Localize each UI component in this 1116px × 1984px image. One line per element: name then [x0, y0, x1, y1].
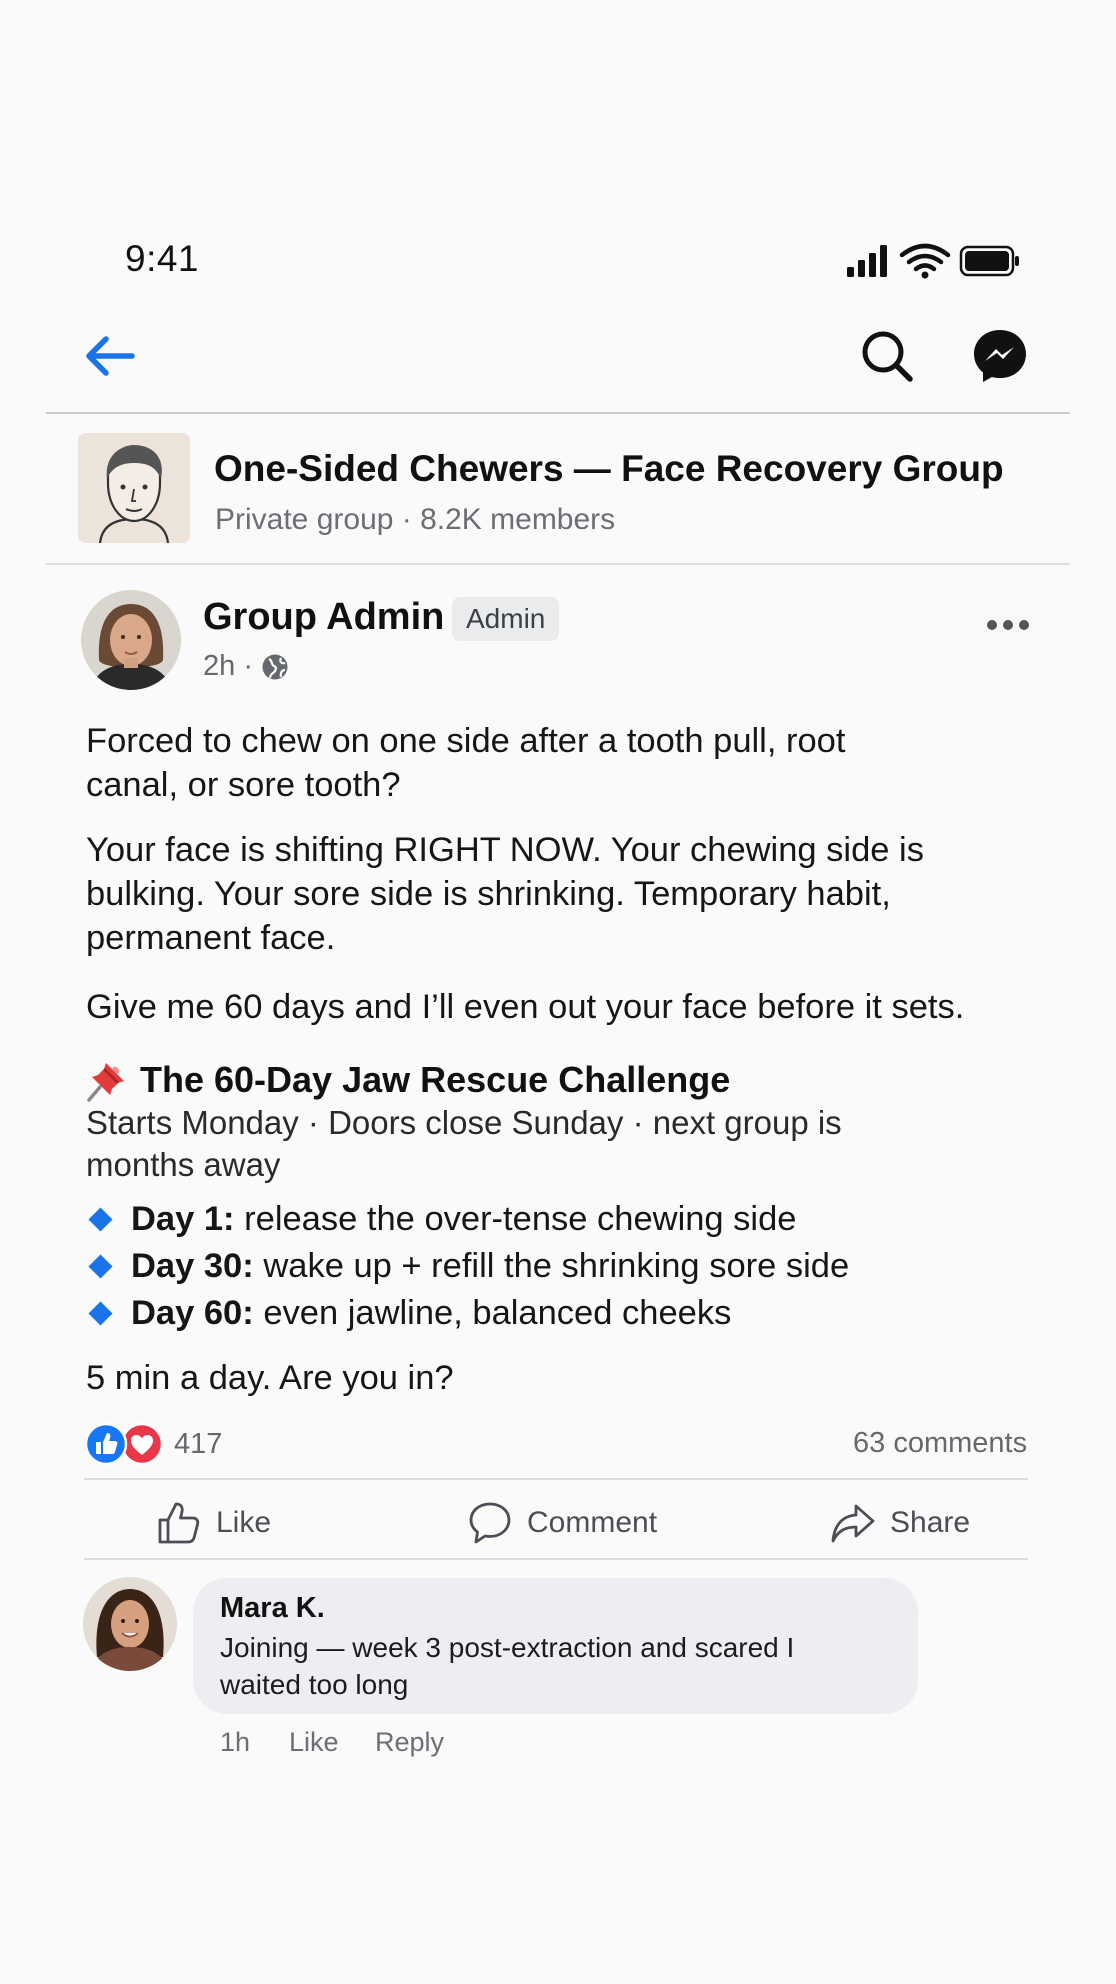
- challenge-title-text: The 60-Day Jaw Rescue Challenge: [140, 1059, 731, 1100]
- post-paragraph-3: Give me 60 days and I’ll even out your f…: [86, 988, 965, 1026]
- author-name[interactable]: Group Admin: [203, 596, 444, 639]
- messenger-icon[interactable]: [970, 326, 1030, 386]
- comment-like-button[interactable]: Like: [289, 1727, 339, 1758]
- wifi-icon: [899, 243, 951, 272]
- like-button[interactable]: Like: [156, 1498, 271, 1548]
- comment-time: 1h: [220, 1727, 251, 1757]
- back-arrow-icon[interactable]: [80, 330, 140, 382]
- day-label: Day 30:: [131, 1247, 254, 1285]
- day-label: Day 60:: [131, 1294, 254, 1332]
- actions-divider: [84, 1558, 1028, 1560]
- thumbs-up-icon: [158, 1502, 200, 1544]
- share-button[interactable]: Share: [830, 1498, 970, 1548]
- challenge-subtitle: Starts Monday · Doors close Sunday · nex…: [86, 1104, 842, 1183]
- battery-icon: [959, 245, 1019, 277]
- comment-reply-button[interactable]: Reply: [375, 1727, 444, 1758]
- post-time: 2h ·: [203, 650, 289, 683]
- day-bullet: Day 1: release the over-tense chewing si…: [88, 1200, 797, 1239]
- post-paragraph-1: Forced to chew on one side after a tooth…: [86, 722, 846, 804]
- commenter-avatar[interactable]: [83, 1577, 177, 1671]
- day-text: release the over-tense chewing side: [244, 1200, 797, 1238]
- comment-label: Comment: [527, 1506, 658, 1539]
- reactions-summary[interactable]: 417: [84, 1422, 222, 1466]
- screen: 9:41 One-Sided Chewers — Face Recovery G…: [0, 0, 1116, 1984]
- group-meta: Private group · 8.2K members: [215, 503, 616, 536]
- day-bullet: Day 60: even jawline, balanced cheeks: [88, 1294, 732, 1333]
- diamond-bullet-icon: [88, 1207, 113, 1232]
- reactions-divider: [84, 1478, 1028, 1480]
- comment-button[interactable]: Comment: [467, 1498, 657, 1548]
- day-text: wake up + refill the shrinking sore side: [263, 1247, 850, 1285]
- group-divider: [46, 563, 1070, 565]
- diamond-bullet-icon: [88, 1301, 113, 1326]
- reactions-count: 417: [174, 1427, 223, 1460]
- group-name[interactable]: One-Sided Chewers — Face Recovery Group: [214, 448, 1004, 490]
- comment-text: Joining — week 3 post-extraction and sca…: [220, 1632, 795, 1700]
- challenge-title: The 60-Day Jaw Rescue Challenge: [86, 1057, 730, 1103]
- like-reaction-icon: [84, 1422, 128, 1466]
- group-thumbnail[interactable]: [78, 433, 190, 543]
- day-text: even jawline, balanced cheeks: [263, 1294, 732, 1332]
- post-time-text: 2h ·: [203, 650, 253, 682]
- share-arrow-icon: [831, 1504, 875, 1543]
- post-paragraph-2: Your face is shifting RIGHT NOW. Your ch…: [86, 831, 924, 957]
- status-time: 9:41: [125, 238, 200, 279]
- admin-badge: Admin: [452, 597, 560, 641]
- header-divider: [46, 412, 1070, 414]
- comment-bubble-icon: [469, 1502, 511, 1544]
- more-options-icon[interactable]: [985, 612, 1031, 638]
- pushpin-icon: [87, 1063, 124, 1102]
- author-avatar[interactable]: [81, 590, 181, 690]
- post-closing: 5 min a day. Are you in?: [86, 1359, 454, 1397]
- search-icon[interactable]: [857, 326, 917, 386]
- day-bullet: Day 30: wake up + refill the shrinking s…: [88, 1247, 850, 1286]
- share-label: Share: [890, 1506, 971, 1539]
- day-label: Day 1:: [131, 1200, 235, 1238]
- comments-count[interactable]: 63 comments: [853, 1427, 1027, 1460]
- like-label: Like: [216, 1506, 272, 1539]
- comment-author[interactable]: Mara K.: [220, 1592, 325, 1625]
- globe-icon: [262, 654, 288, 679]
- signal-icon: [847, 245, 887, 277]
- diamond-bullet-icon: [88, 1254, 113, 1279]
- status-icons: [845, 241, 1025, 281]
